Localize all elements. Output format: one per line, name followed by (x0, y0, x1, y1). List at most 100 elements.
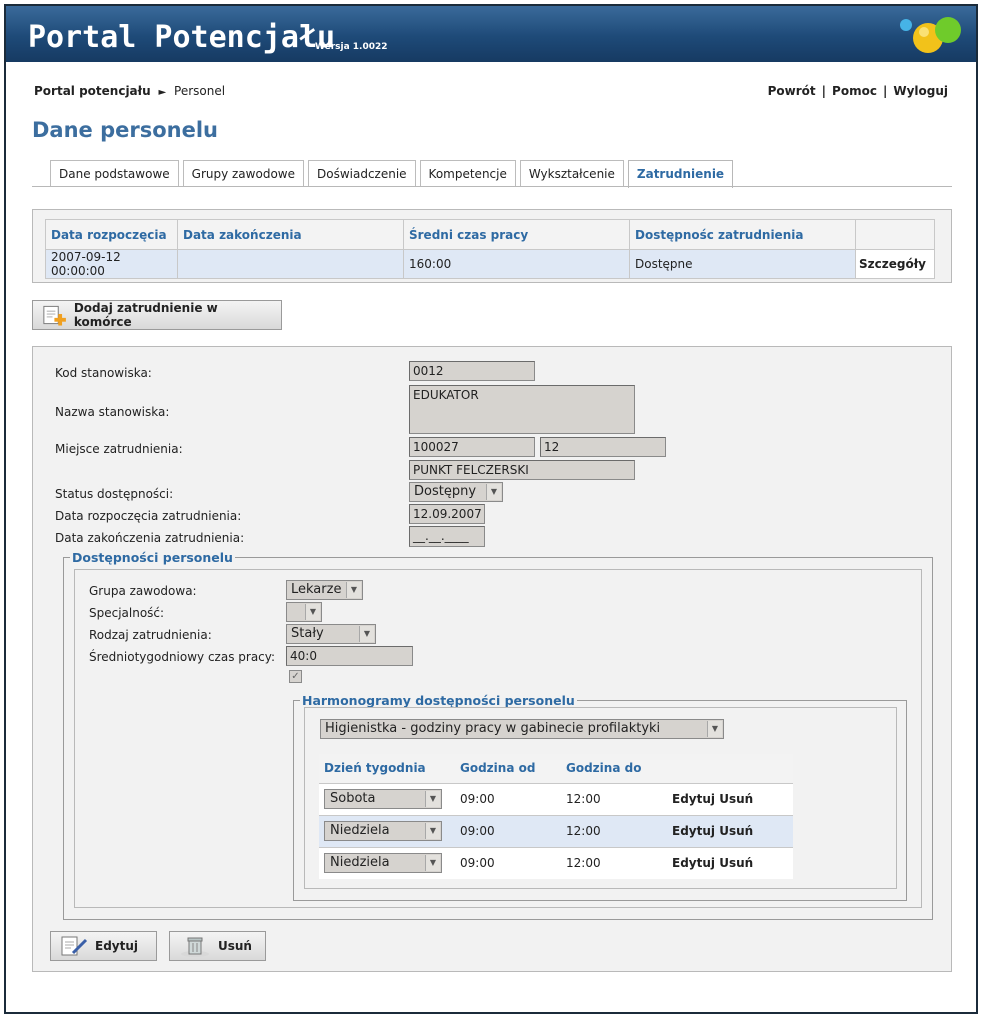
code-label: Kod stanowiska: (55, 366, 152, 380)
chevron-down-icon[interactable]: ▼ (425, 855, 440, 872)
breadcrumb-separator-icon: ► (158, 87, 167, 98)
employment-list-panel: Data rozpoczęcia Data zakończenia Średni… (32, 209, 952, 283)
delete-link[interactable]: Usuń (719, 824, 753, 838)
delete-button[interactable]: Usuń (169, 931, 266, 961)
breadcrumb-root[interactable]: Portal potencjału (34, 84, 151, 98)
app-title: Portal Potencjału (28, 20, 336, 55)
weekday-select[interactable]: Sobota ▼ (324, 789, 442, 809)
tab-basic-data[interactable]: Dane podstawowe (50, 160, 179, 187)
breadcrumb: Portal potencjału ► Personel (34, 84, 225, 98)
chevron-down-icon[interactable]: ▼ (305, 604, 320, 620)
end-date-field[interactable]: __.__.____ (409, 526, 485, 547)
logout-link[interactable]: Wyloguj (893, 84, 948, 98)
workplace-code-field[interactable]: 100027 (409, 437, 535, 457)
col-actions (667, 754, 793, 784)
group-value: Lekarze (291, 582, 342, 597)
workplace-name-field[interactable]: PUNKT FELCZERSKI (409, 460, 635, 480)
weekly-time-field[interactable]: 40:0 (286, 646, 413, 666)
hour-from-cell: 09:00 (455, 782, 561, 815)
hour-from-cell: 09:00 (455, 846, 561, 879)
delete-link[interactable]: Usuń (719, 856, 753, 870)
tab-professional-groups[interactable]: Grupy zawodowe (182, 160, 304, 187)
add-employment-button[interactable]: Dodaj zatrudnienie w komórce (32, 300, 282, 330)
availability-legend: Dostępności personelu (72, 550, 233, 565)
start-date-field[interactable]: 12.09.2007 (409, 504, 485, 524)
tab-experience[interactable]: Doświadczenie (307, 160, 416, 187)
weekday-select[interactable]: Niedziela ▼ (324, 821, 442, 841)
col-avg-time: Średni czas pracy (403, 219, 630, 250)
table-header-row: Dzień tygodnia Godzina od Godzina do (319, 754, 793, 784)
hour-to-cell: 12:00 (561, 846, 667, 879)
start-date-label: Data rozpoczęcia zatrudnienia: (55, 509, 242, 523)
workplace-label: Miejsce zatrudnienia: (55, 442, 183, 456)
table-row[interactable]: 2007-09-12 00:00:00 160:00 Dostępne Szcz… (45, 249, 935, 279)
table-header-row: Data rozpoczęcia Data zakończenia Średni… (45, 219, 935, 250)
employment-type-label: Rodzaj zatrudnienia: (89, 628, 212, 642)
tab-employment[interactable]: Zatrudnienie (627, 160, 734, 188)
details-link[interactable]: Szczegóły (855, 249, 935, 279)
edit-pencil-icon (61, 936, 88, 956)
weekday-value: Niedziela (330, 855, 390, 871)
status-value: Dostępny (414, 484, 477, 499)
table-row: Niedziela ▼ 09:00 12:00 Edytuj Usuń (319, 814, 793, 847)
status-label: Status dostępności: (55, 487, 174, 501)
workplace-unit-field[interactable]: 12 (540, 437, 666, 457)
chevron-down-icon[interactable]: ▼ (425, 823, 440, 839)
header-bar: Portal Potencjału Wersja 1.0022 (6, 6, 976, 62)
chevron-down-icon[interactable]: ▼ (346, 582, 361, 598)
chevron-down-icon[interactable]: ▼ (425, 791, 440, 807)
hour-from-cell: 09:00 (455, 814, 561, 847)
position-name-label: Nazwa stanowiska: (55, 405, 170, 419)
delete-link[interactable]: Usuń (719, 792, 753, 806)
availability-panel: Grupa zawodowa: Lekarze ▼ Specjalność: ▼… (74, 569, 922, 908)
employment-type-value: Stały (291, 626, 324, 641)
schedules-panel: Higienistka - godziny pracy w gabinecie … (304, 707, 897, 889)
chevron-down-icon[interactable]: ▼ (359, 626, 374, 642)
col-hour-to: Godzina do (561, 754, 667, 784)
col-hour-from: Godzina od (455, 754, 561, 784)
weekday-value: Sobota (330, 791, 376, 806)
schedules-legend: Harmonogramy dostępności personelu (302, 693, 575, 708)
tab-underline (32, 186, 952, 187)
weekly-time-label: Średniotygodniowy czas pracy: (89, 650, 276, 664)
back-link[interactable]: Powrót (768, 84, 816, 98)
employment-form-panel: Kod stanowiska: 0012 Nazwa stanowiska: E… (32, 346, 952, 972)
trash-icon (181, 937, 209, 957)
app-version: Wersja 1.0022 (315, 42, 388, 52)
cell-avg-time: 160:00 (403, 249, 630, 279)
specialty-select[interactable]: ▼ (286, 602, 322, 622)
tab-education[interactable]: Wykształcenie (519, 160, 624, 187)
hour-to-cell: 12:00 (561, 782, 667, 815)
delete-button-label: Usuń (218, 939, 252, 953)
code-field[interactable]: 0012 (409, 361, 535, 381)
edit-link[interactable]: Edytuj (672, 824, 715, 838)
cell-end-date (177, 249, 404, 279)
employment-table: Data rozpoczęcia Data zakończenia Średni… (45, 219, 935, 279)
edit-button-label: Edytuj (95, 939, 139, 953)
add-document-icon (43, 305, 66, 326)
group-label: Grupa zawodowa: (89, 584, 197, 598)
table-row: Sobota ▼ 09:00 12:00 Edytuj Usuń (319, 782, 793, 815)
tab-competences[interactable]: Kompetencje (419, 160, 516, 187)
position-name-field[interactable]: EDUKATOR (409, 385, 635, 434)
add-employment-label: Dodaj zatrudnienie w komórce (73, 301, 218, 329)
schedule-table: Dzień tygodnia Godzina od Godzina do Sob… (319, 754, 793, 879)
status-select[interactable]: Dostępny ▼ (409, 482, 503, 502)
edit-link[interactable]: Edytuj (672, 792, 715, 806)
group-select[interactable]: Lekarze ▼ (286, 580, 363, 600)
nav-separator: | (882, 84, 888, 98)
weekday-select[interactable]: Niedziela ▼ (324, 853, 442, 874)
help-link[interactable]: Pomoc (832, 84, 877, 98)
specialty-label: Specjalność: (89, 606, 165, 620)
cell-start-date: 2007-09-12 00:00:00 (45, 249, 178, 279)
colored-balls-logo (900, 17, 961, 53)
page-title: Dane personelu (32, 118, 219, 142)
chevron-down-icon[interactable]: ▼ (707, 721, 722, 737)
availability-checkbox[interactable]: ✓ (289, 670, 302, 683)
schedule-select[interactable]: Higienistka - godziny pracy w gabinecie … (320, 719, 724, 739)
chevron-down-icon[interactable]: ▼ (486, 484, 501, 500)
edit-link[interactable]: Edytuj (672, 856, 715, 870)
employment-type-select[interactable]: Stały ▼ (286, 624, 376, 644)
edit-button[interactable]: Edytuj (50, 931, 157, 961)
weekday-value: Niedziela (330, 823, 390, 838)
